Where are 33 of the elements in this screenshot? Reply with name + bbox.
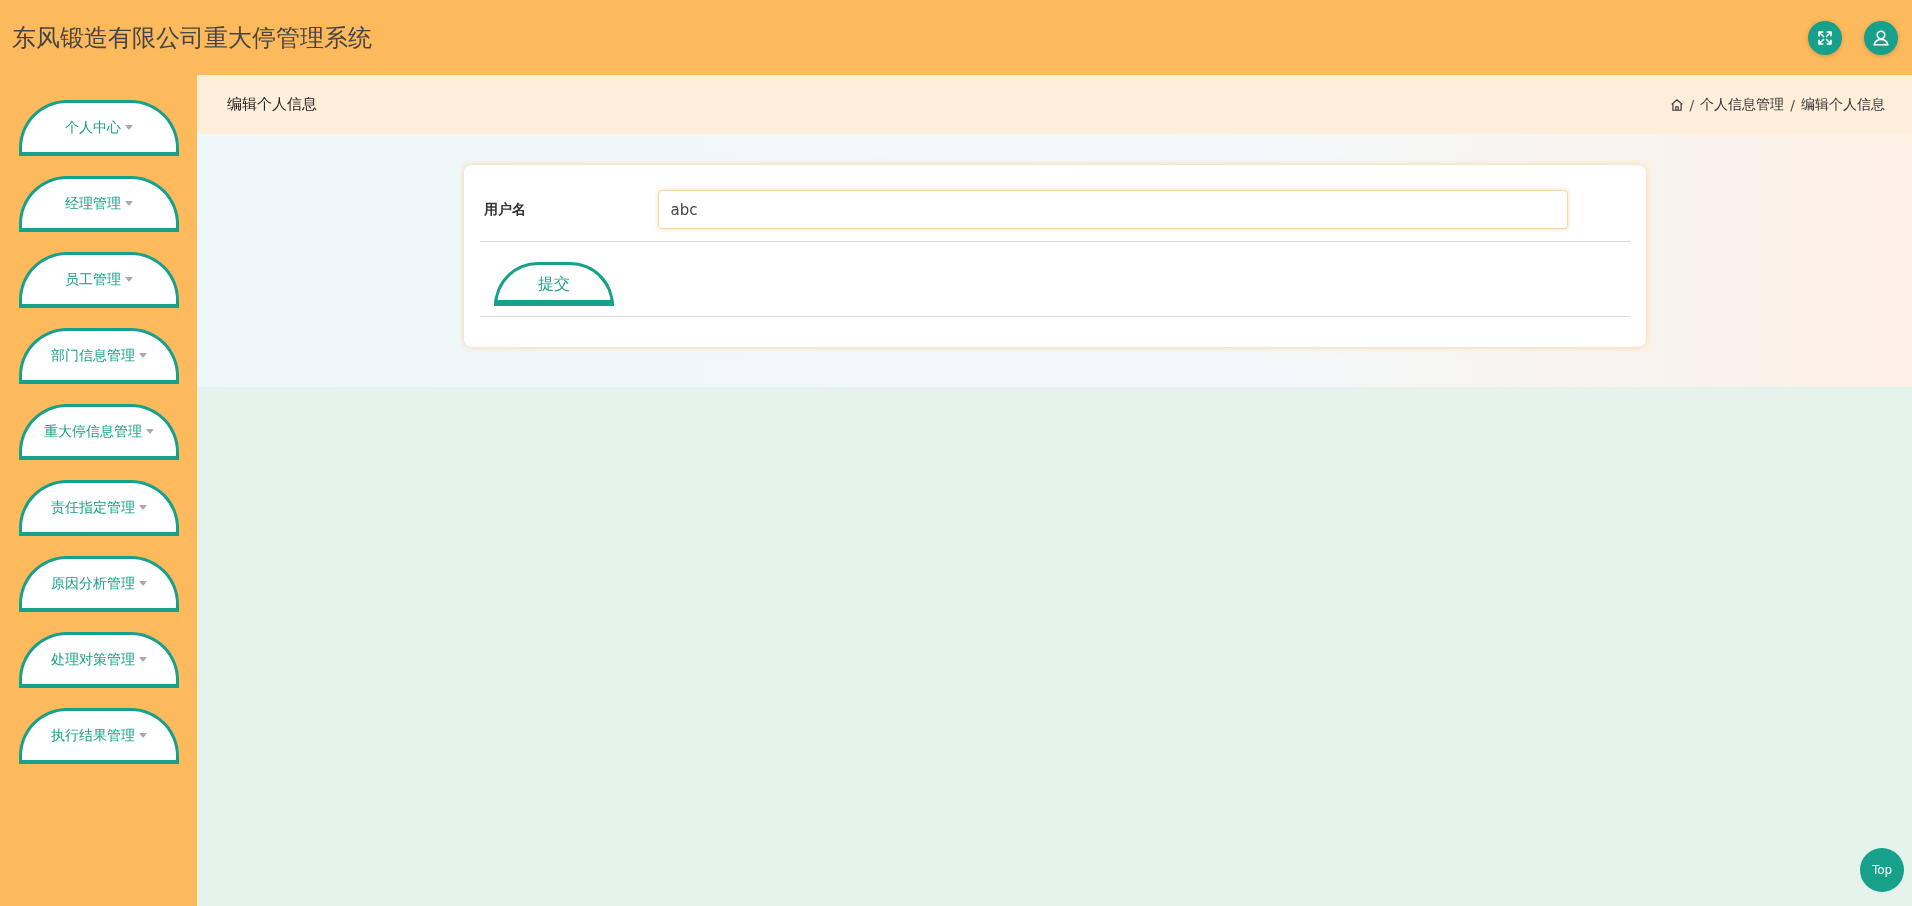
caret-icon xyxy=(145,429,154,434)
sidebar-menu-button[interactable]: 执行结果管理 xyxy=(18,708,179,764)
sidebar-menu-button[interactable]: 经理管理 xyxy=(18,176,179,232)
sidebar-menu-button[interactable]: 处理对策管理 xyxy=(18,632,179,688)
user-icon xyxy=(1872,28,1890,47)
fullscreen-button[interactable] xyxy=(1808,20,1842,55)
username-input[interactable]: abc xyxy=(657,190,1568,229)
caret-icon xyxy=(124,125,133,130)
sidebar-menu-button[interactable]: 原因分析管理 xyxy=(18,556,179,612)
field-label: 用户名 xyxy=(482,200,527,219)
caret-icon xyxy=(138,657,147,662)
breadcrumb-item: 编辑个人信息 xyxy=(1801,95,1885,114)
breadcrumb-item[interactable]: 个人信息管理 xyxy=(1700,95,1785,114)
sidebar-menu-button[interactable]: 个人中心 xyxy=(18,100,179,156)
expand-icon xyxy=(1816,28,1834,47)
home-icon[interactable] xyxy=(1669,97,1684,112)
app-title: 东风锻造有限公司重大停管理系统 xyxy=(12,22,372,54)
page-title: 编辑个人信息 xyxy=(227,95,317,114)
caret-icon xyxy=(124,201,133,206)
sidebar-menu-button[interactable]: 重大停信息管理 xyxy=(18,404,179,460)
caret-icon xyxy=(138,581,147,586)
sidebar-menu-button[interactable]: 责任指定管理 xyxy=(18,480,179,536)
sidebar-menu-button[interactable]: 部门信息管理 xyxy=(18,328,179,384)
caret-icon xyxy=(138,353,147,358)
back-to-top-button[interactable]: Top xyxy=(1860,848,1904,892)
caret-icon xyxy=(124,277,133,282)
breadcrumb-separator: / xyxy=(1790,96,1795,113)
sidebar-menu-button[interactable]: 员工管理 xyxy=(18,252,179,308)
submit-button[interactable]: 提交 xyxy=(493,262,614,306)
caret-icon xyxy=(138,733,147,738)
caret-icon xyxy=(138,505,147,510)
breadcrumb-separator: / xyxy=(1689,96,1695,113)
user-button[interactable] xyxy=(1864,20,1898,55)
